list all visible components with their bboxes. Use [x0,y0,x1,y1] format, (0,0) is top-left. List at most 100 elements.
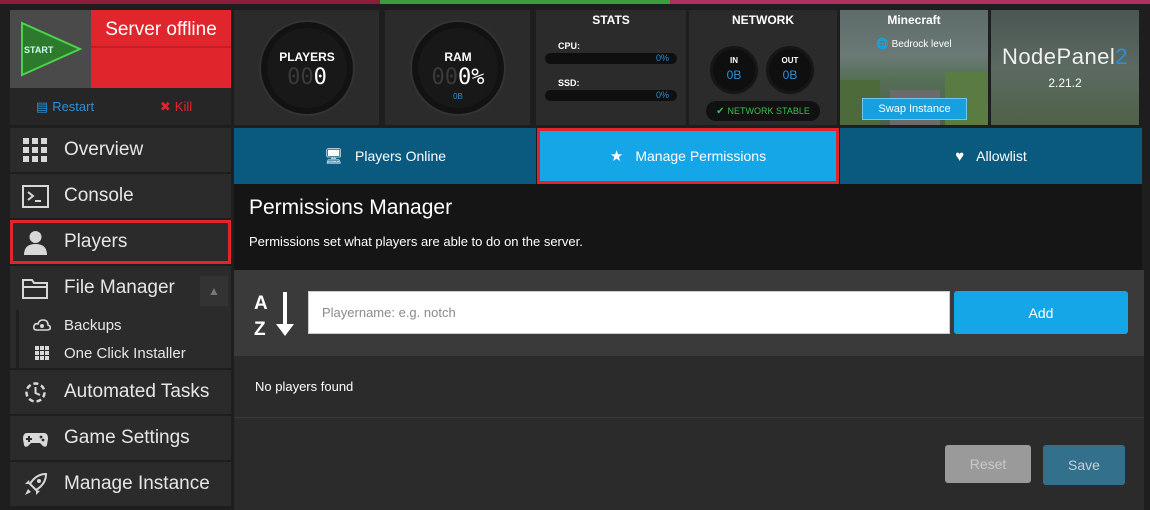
cpu-bar: 0% [545,53,677,64]
add-player-row: A Z Add [234,270,1144,356]
sidebar-subitem-one-click-installer[interactable]: One Click Installer [33,340,186,366]
subnav-indent-bar [16,310,19,368]
sidebar-item-label: Players [64,231,128,252]
ram-gauge-value: 000% [418,65,498,90]
sidebar-item-players[interactable]: Players [10,220,231,264]
network-in-label: IN [730,56,738,65]
tasks-icon [25,382,46,403]
restart-button[interactable]: ▤ Restart [10,88,120,125]
ssd-value: 0% [655,90,669,100]
ssd-bar: 0% [545,90,677,101]
empty-state-text: No players found [255,379,354,394]
sidebar-item-console[interactable]: Console [10,174,231,218]
tab-label: Allowlist [976,148,1027,164]
sidebar-item-manage-instance[interactable]: Manage Instance [10,462,231,506]
sidebar-item-game-settings[interactable]: Game Settings [10,416,231,460]
form-actions: Reset Save [234,418,1144,510]
close-icon: ✖ [159,98,171,114]
network-out: OUT 0B [766,46,814,94]
server-status-banner: Server offline [91,10,231,88]
nodepanel-name: NodePanel [1001,44,1116,69]
folder-icon [22,279,48,299]
stripe-segment [670,0,1150,4]
collapse-caret[interactable]: ▲ [200,276,228,306]
sidebar-item-label: Manage Instance [64,473,210,494]
playername-input[interactable] [308,291,950,334]
tab-manage-permissions[interactable]: ★ Manage Permissions [537,128,839,184]
cpu-value: 0% [655,53,669,63]
stripe-segment [380,0,670,4]
network-in-value: 0B [726,68,742,82]
cloud-icon [33,319,51,331]
star-icon: ★ [609,148,624,165]
players-gauge: PLAYERS 000 [261,22,353,114]
sidebar-subitem-label: Backups [64,316,122,334]
sidebar-item-file-manager[interactable]: File Manager [10,266,231,310]
svg-text:Z: Z [254,319,266,338]
chevron-up-icon: ▲ [208,284,220,298]
globe-icon: 🌐 [876,39,889,50]
start-button[interactable]: START [18,20,84,78]
kill-button[interactable]: ✖ Kill [121,88,231,125]
grid-icon [35,346,49,360]
sidebar-subitem-backups[interactable]: Backups [33,312,122,338]
tab-label: Manage Permissions [635,148,767,164]
ram-gauge-box: RAM 000% 0B [385,10,530,125]
tab-allowlist[interactable]: ♥ Allowlist [840,128,1142,184]
swap-instance-button[interactable]: Swap Instance [862,98,967,120]
save-button[interactable]: Save [1043,445,1125,485]
heart-icon: ♥ [955,147,965,165]
stats-title: STATS [592,13,630,27]
ram-bytes: 0B [453,92,463,101]
minecraft-panel: Minecraft 🌐 Bedrock level Swap Instance [840,10,988,125]
sidebar-item-label: Overview [64,139,144,160]
sidebar-subitem-label: One Click Installer [64,344,186,362]
players-list: No players found [234,356,1144,418]
restart-icon: ▤ [35,98,49,114]
status-divider [91,46,231,48]
gamepad-icon [23,433,48,447]
network-status-badge: ✔ NETWORK STABLE [706,101,820,121]
ram-percent: 0% [458,65,485,90]
sort-alpha-icon[interactable]: A Z [252,290,302,338]
nodepanel-logo-panel: NodePanel2 2.21.2 [991,10,1139,125]
nodepanel-number: 2 [1115,44,1129,69]
bedrock-level: 🌐 Bedrock level [840,39,988,50]
add-button[interactable]: Add [954,291,1128,334]
start-label: START [24,45,54,55]
sidebar-item-overview[interactable]: Overview [10,128,231,172]
tab-label: Players Online [355,148,447,164]
rocket-icon [25,472,48,495]
bedrock-level-text: Bedrock level [891,39,952,50]
svg-text:A: A [254,293,268,314]
sidebar-item-label: Automated Tasks [64,381,210,402]
grid-icon [23,138,47,162]
nodepanel-logo: NodePanel2 [991,44,1139,70]
players-count: 0 [313,65,327,90]
tab-players-online[interactable]: 🖥 Players Online [234,128,536,184]
restart-label: Restart [52,99,95,114]
page-title: Permissions Manager [249,196,453,219]
server-controls: ▤ Restart ✖ Kill [10,88,231,125]
sidebar-item-label: Console [64,185,134,206]
network-title: NETWORK [732,13,794,27]
players-gauge-value: 000 [267,65,347,90]
minecraft-title: Minecraft [887,13,941,27]
stats-panel: STATS CPU: 0% SSD: 0% [536,10,686,125]
sidebar-item-automated-tasks[interactable]: Automated Tasks [10,370,231,414]
top-color-stripe [0,0,1150,4]
sidebar-item-label: Game Settings [64,427,190,448]
permissions-header: Permissions Manager Permissions set what… [234,184,1142,270]
file-manager-subnav: Backups One Click Installer [10,310,231,368]
ssd-label: SSD: [558,78,580,88]
kill-label: Kill [174,99,193,114]
players-gauge-label: PLAYERS [279,50,335,64]
sidebar-item-label: File Manager [64,277,175,298]
network-out-label: OUT [781,56,799,65]
nodepanel-version: 2.21.2 [1048,76,1082,90]
cpu-label: CPU: [558,41,580,51]
reset-button[interactable]: Reset [945,445,1031,483]
network-out-value: 0B [782,68,798,82]
network-status-text: NETWORK STABLE [727,106,810,116]
check-icon: ✔ [716,105,725,117]
